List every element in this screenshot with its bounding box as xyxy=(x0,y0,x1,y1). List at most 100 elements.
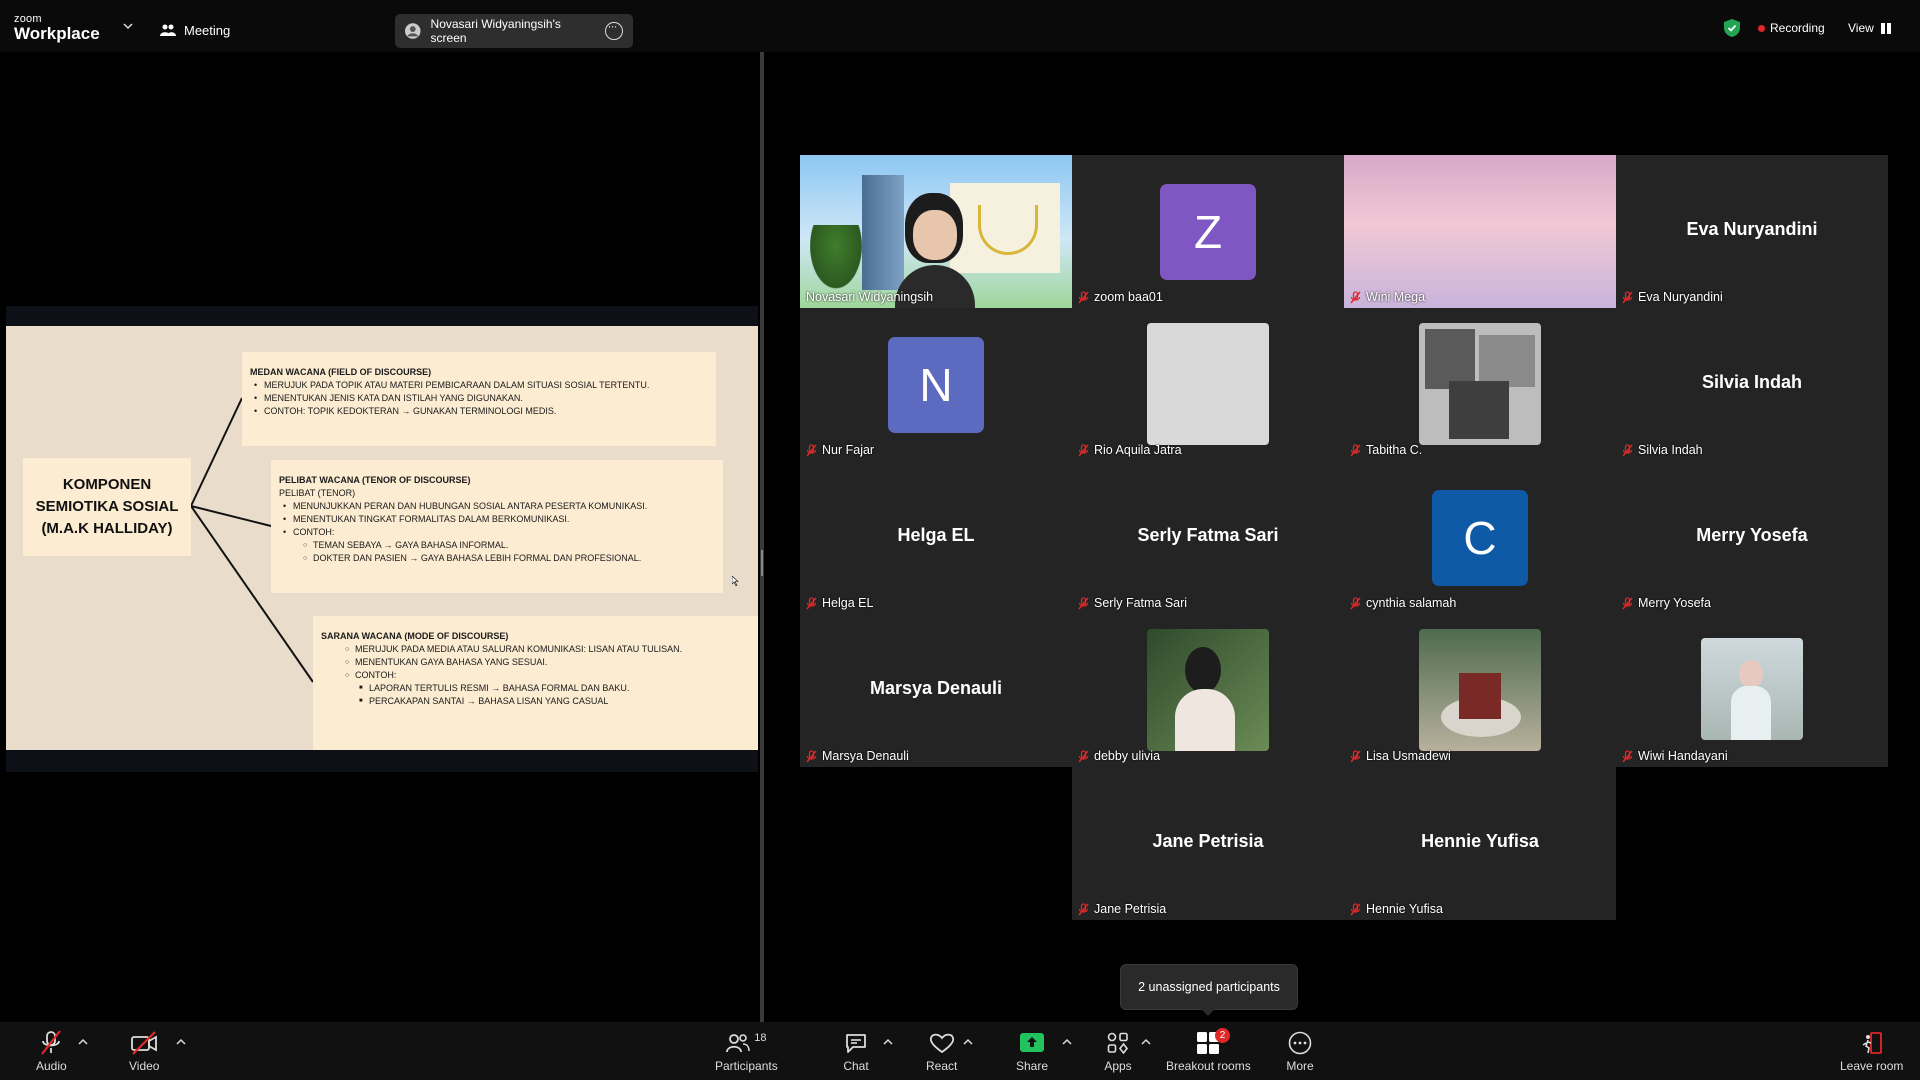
mic-muted-icon xyxy=(806,444,817,457)
box-subtitle: PELIBAT (TENOR) xyxy=(279,488,356,498)
participant-name-label: Serly Fatma Sari xyxy=(1078,596,1187,610)
participant-display-name: Helga EL xyxy=(897,525,975,545)
chevron-down-icon[interactable] xyxy=(122,20,134,32)
meeting-label: Meeting xyxy=(184,22,231,38)
recording-indicator[interactable]: Recording xyxy=(1758,21,1825,35)
participant-tile[interactable]: Zzoom baa01 xyxy=(1072,155,1344,308)
participant-name-label: Helga EL xyxy=(806,596,873,610)
participants-icon xyxy=(726,1034,751,1053)
participant-tile[interactable]: Tabitha C. xyxy=(1344,308,1616,461)
participant-display-name: Merry Yosefa xyxy=(1696,525,1808,545)
main-topic-box: KOMPONEN SEMIOTIKA SOSIAL (M.A.K HALLIDA… xyxy=(23,458,191,556)
video-button[interactable]: Video xyxy=(129,1030,159,1073)
participant-tile[interactable]: Eva Nuryandini Eva Nuryandini xyxy=(1616,155,1888,308)
audio-label: Audio xyxy=(36,1059,67,1073)
participant-tile[interactable]: Marsya Denauli Marsya Denauli xyxy=(800,614,1072,767)
leave-room-button[interactable]: Leave room xyxy=(1840,1030,1903,1073)
more-options-icon[interactable] xyxy=(605,19,623,40)
share-label: Share xyxy=(1016,1059,1049,1073)
background-image xyxy=(1344,155,1616,308)
share-button[interactable]: Share xyxy=(1016,1030,1048,1073)
video-off-icon xyxy=(130,1030,158,1056)
participant-tile[interactable]: debby ulivia xyxy=(1072,614,1344,767)
bullet-item: MERUJUK PADA TOPIK ATAU MATERI PEMBICARA… xyxy=(250,379,708,392)
building-shape xyxy=(862,175,904,290)
chat-icon xyxy=(842,1030,870,1056)
participant-tile[interactable]: Jane Petrisia Jane Petrisia xyxy=(1072,767,1344,920)
heart-icon xyxy=(928,1030,956,1056)
participant-tile[interactable]: Hennie Yufisa Hennie Yufisa xyxy=(1344,767,1616,920)
logo-big-text: Workplace xyxy=(14,24,100,43)
participant-tile[interactable]: Rio Aquila Jatra xyxy=(1072,308,1344,461)
chat-button[interactable]: Chat xyxy=(842,1030,870,1073)
participant-name-label: Silvia Indah xyxy=(1622,443,1703,457)
participant-tile[interactable]: Serly Fatma Sari Serly Fatma Sari xyxy=(1072,461,1344,614)
react-button[interactable]: React xyxy=(926,1030,957,1073)
main-title-line: (M.A.K HALLIDAY) xyxy=(41,520,173,537)
participant-video xyxy=(800,155,1072,308)
mic-muted-icon xyxy=(806,750,817,763)
audio-button[interactable]: Audio xyxy=(36,1030,67,1073)
presentation-slide: KOMPONEN SEMIOTIKA SOSIAL (M.A.K HALLIDA… xyxy=(6,326,758,750)
apps-options-caret-icon[interactable] xyxy=(1141,1038,1151,1046)
leave-door-icon xyxy=(1858,1030,1886,1056)
react-options-caret-icon[interactable] xyxy=(963,1038,973,1046)
participant-name: Marsya Denauli xyxy=(822,749,909,763)
mic-muted-icon xyxy=(1350,597,1361,610)
participant-name-label: debby ulivia xyxy=(1078,749,1160,763)
participant-name-label: cynthia salamah xyxy=(1350,596,1456,610)
participant-tile[interactable]: Ccynthia salamah xyxy=(1344,461,1616,614)
participant-tile[interactable]: N Nur Fajar xyxy=(800,308,1072,461)
divider-grip-handle[interactable] xyxy=(761,550,763,576)
unassigned-participants-tooltip: 2 unassigned participants xyxy=(1120,964,1298,1016)
participant-name: Hennie Yufisa xyxy=(1366,902,1443,916)
video-options-caret-icon[interactable] xyxy=(176,1038,186,1046)
participant-tile[interactable]: Novasari Widyaningsih xyxy=(800,155,1072,308)
participant-display-name: Marsya Denauli xyxy=(869,678,1003,698)
app-logo[interactable]: zoom Workplace xyxy=(14,14,104,43)
participants-count: 18 xyxy=(754,1032,767,1044)
participant-name: Jane Petrisia xyxy=(1094,902,1167,916)
mouse-cursor-icon xyxy=(732,576,739,586)
box-title: SARANA WACANA (MODE OF DISCOURSE) xyxy=(321,631,509,641)
participant-name-label: Lisa Usmadewi xyxy=(1350,749,1451,763)
more-button[interactable]: More xyxy=(1286,1030,1314,1073)
participant-name-label: Novasari Widyaningsih xyxy=(806,290,933,304)
share-options-caret-icon[interactable] xyxy=(1062,1038,1072,1046)
view-button[interactable]: View xyxy=(1848,21,1891,35)
screen-share-indicator[interactable]: Novasari Widyaningsih's screen xyxy=(395,14,633,48)
participant-tile[interactable]: Helga EL Helga EL xyxy=(800,461,1072,614)
meeting-info-button[interactable]: Meeting xyxy=(160,20,230,40)
split-view-divider[interactable] xyxy=(760,52,764,1022)
user-avatar-icon xyxy=(405,23,421,39)
apps-button[interactable]: Apps xyxy=(1104,1030,1132,1073)
more-icon xyxy=(1286,1030,1314,1056)
leave-room-label: Leave room xyxy=(1840,1059,1904,1073)
participant-name: Eva Nuryandini xyxy=(1638,290,1723,304)
box-title: MEDAN WACANA (FIELD OF DISCOURSE) xyxy=(250,367,432,377)
participant-tile[interactable]: Merry Yosefa Merry Yosefa xyxy=(1616,461,1888,614)
avatar-image xyxy=(1147,629,1269,751)
participant-tile[interactable]: Wiwi Handayani xyxy=(1616,614,1888,767)
apps-icon xyxy=(1104,1030,1132,1056)
view-label: View xyxy=(1848,21,1874,35)
participant-name: Nur Fajar xyxy=(822,443,875,457)
share-label: Novasari Widyaningsih's screen xyxy=(430,17,561,45)
breakout-rooms-button[interactable]: Breakout rooms xyxy=(1166,1030,1251,1073)
share-screen-icon xyxy=(1018,1030,1046,1056)
top-bar: zoom Workplace Meeting Novasari Widyanin… xyxy=(0,0,1920,52)
breakout-rooms-label: Breakout rooms xyxy=(1166,1059,1251,1073)
participant-tile[interactable]: Silvia Indah Silvia Indah xyxy=(1616,308,1888,461)
participant-display-name: Serly Fatma Sari xyxy=(1137,525,1279,545)
participants-button[interactable]: 18 Participants xyxy=(715,1030,778,1073)
chat-options-caret-icon[interactable] xyxy=(883,1038,893,1046)
audio-options-caret-icon[interactable] xyxy=(78,1038,88,1046)
avatar-letter: C xyxy=(1432,490,1528,586)
participant-name: debby ulivia xyxy=(1094,749,1161,763)
participant-tile[interactable]: Wini Mega xyxy=(1344,155,1616,308)
shield-check-icon[interactable] xyxy=(1724,19,1740,37)
participants-icon-wrap: 18 xyxy=(716,1030,776,1056)
participant-tile[interactable]: Lisa Usmadewi xyxy=(1344,614,1616,767)
sub-bullet-item: MERUJUK PADA MEDIA ATAU SALURAN KOMUNIKA… xyxy=(321,643,757,656)
avatar-letter: N xyxy=(888,337,984,433)
